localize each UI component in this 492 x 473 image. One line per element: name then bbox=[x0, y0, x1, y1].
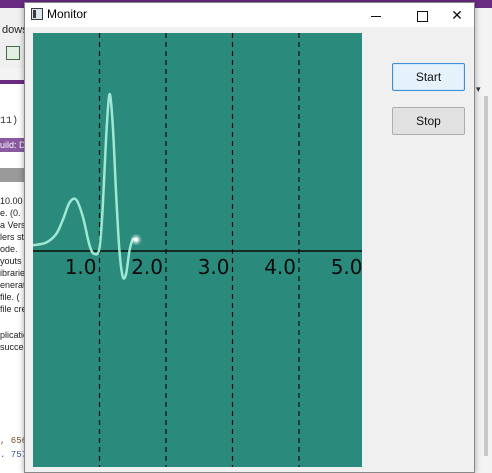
background-log-line: lers st bbox=[0, 232, 25, 242]
signal-head-point bbox=[134, 237, 139, 242]
background-right-strip bbox=[473, 8, 492, 473]
background-log-line: enerat bbox=[0, 280, 26, 290]
maximize-icon bbox=[416, 10, 428, 22]
background-log-line: youts bbox=[0, 256, 22, 266]
background-scrollbar[interactable] bbox=[484, 96, 488, 456]
minimize-icon bbox=[371, 15, 381, 17]
close-button[interactable]: ✕ bbox=[439, 3, 475, 27]
chevron-down-icon[interactable]: ▾ bbox=[476, 84, 481, 95]
monitor-window: Monitor ✕ 1.0 2.0 3.0 4.0 5.0 Start Stop bbox=[24, 2, 475, 473]
background-log-line: ibrarie bbox=[0, 268, 26, 278]
plot-background bbox=[33, 33, 362, 467]
background-code-line: , 656 bbox=[0, 436, 28, 446]
control-pane bbox=[362, 27, 474, 472]
background-code-line: . 757 bbox=[0, 450, 28, 460]
stop-button[interactable]: Stop bbox=[392, 107, 465, 135]
x-tick-label: 2.0 bbox=[131, 255, 163, 279]
minimize-button[interactable] bbox=[358, 3, 394, 27]
background-toolbar-icon[interactable] bbox=[6, 46, 20, 60]
background-code-fragment: 11) bbox=[0, 116, 19, 127]
maximize-button[interactable] bbox=[404, 3, 440, 27]
start-button[interactable]: Start bbox=[392, 63, 465, 91]
background-log-line: 10.00 bbox=[0, 196, 23, 206]
monitor-canvas: 1.0 2.0 3.0 4.0 5.0 bbox=[33, 33, 362, 467]
background-log-line: e. (0. bbox=[0, 208, 21, 218]
x-tick-label: 3.0 bbox=[198, 255, 230, 279]
x-tick-label: 5.0 bbox=[331, 255, 362, 279]
background-log-line: file cre bbox=[0, 304, 27, 314]
window-title: Monitor bbox=[47, 7, 88, 21]
background-log-line: ode. bbox=[0, 244, 18, 254]
x-tick-label: 1.0 bbox=[65, 255, 97, 279]
x-tick-label: 4.0 bbox=[264, 255, 296, 279]
app-window-icon bbox=[31, 8, 43, 20]
background-log-line: file. ( bbox=[0, 292, 20, 302]
signal-plot: 1.0 2.0 3.0 4.0 5.0 bbox=[33, 33, 362, 467]
close-icon: ✕ bbox=[451, 7, 463, 23]
title-bar[interactable]: Monitor ✕ bbox=[25, 3, 474, 27]
